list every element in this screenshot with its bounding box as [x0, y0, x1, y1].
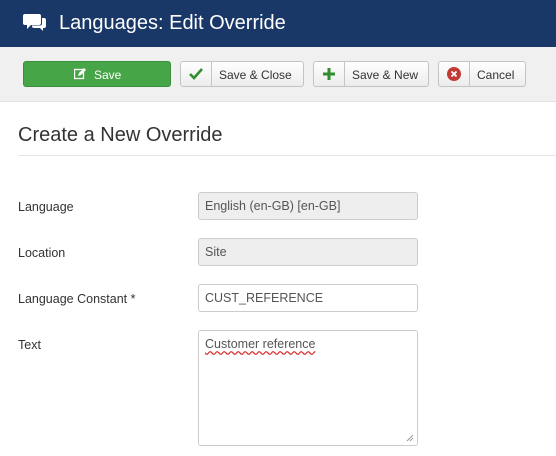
toolbar: Save Save & Close Save & New Cancel	[0, 47, 556, 102]
edit-icon	[74, 68, 86, 80]
page-heading: Create a New Override	[18, 124, 223, 146]
text-label: Text	[18, 338, 41, 352]
text-area[interactable]: Customer reference	[198, 330, 418, 446]
resize-handle-icon[interactable]	[404, 432, 414, 442]
save-new-label: Save & New	[352, 68, 419, 82]
comments-icon	[23, 14, 46, 31]
cancel-label: Cancel	[477, 68, 515, 82]
save-new-button[interactable]: Save & New	[313, 61, 429, 87]
save-close-button[interactable]: Save & Close	[180, 61, 304, 87]
language-label: Language	[18, 200, 74, 214]
cancel-icon	[439, 62, 470, 86]
language-field[interactable]	[198, 192, 418, 220]
save-button-label: Save	[94, 68, 122, 82]
plus-icon	[314, 62, 345, 86]
check-icon	[181, 62, 212, 86]
language-constant-field[interactable]	[198, 284, 418, 312]
divider	[18, 155, 556, 156]
page-title: Languages: Edit Override	[59, 12, 286, 34]
location-field[interactable]	[198, 238, 418, 266]
save-button[interactable]: Save	[23, 61, 171, 87]
text-area-value: Customer reference	[205, 337, 316, 351]
save-close-label: Save & Close	[219, 68, 292, 82]
page-header: Languages: Edit Override	[0, 0, 556, 47]
language-constant-label: Language Constant *	[18, 292, 136, 306]
cancel-button[interactable]: Cancel	[438, 61, 526, 87]
location-label: Location	[18, 246, 66, 260]
